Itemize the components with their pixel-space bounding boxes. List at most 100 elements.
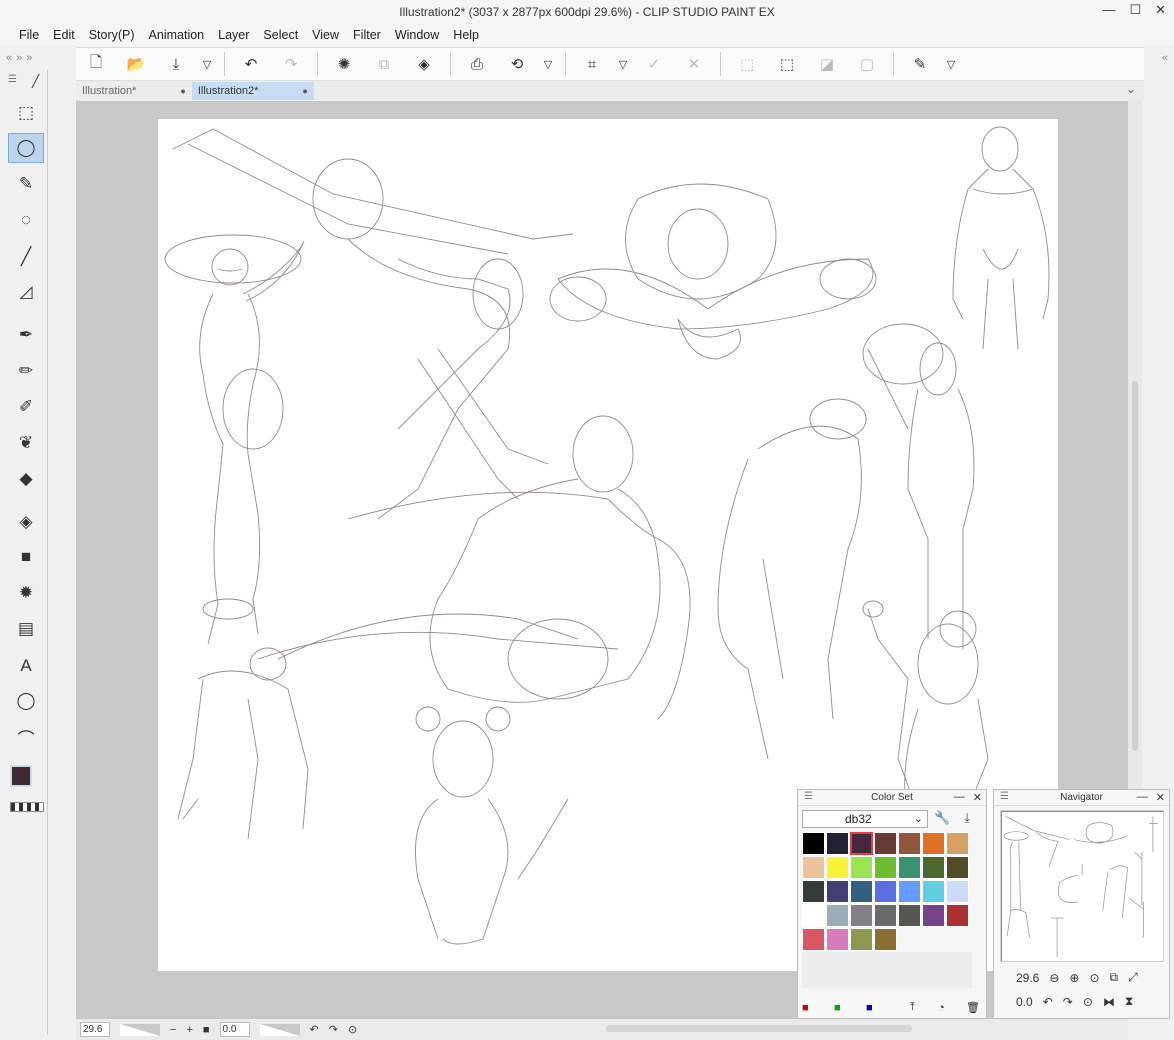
color-swatch[interactable] bbox=[946, 904, 969, 927]
new-file-button[interactable]: 🗋 bbox=[76, 49, 116, 79]
menu-layer[interactable]: Layer bbox=[211, 26, 256, 44]
menu-help[interactable]: Help bbox=[446, 26, 486, 44]
reset-rotation-icon[interactable]: ⊙ bbox=[348, 1023, 357, 1036]
vertical-scroll-thumb[interactable] bbox=[1132, 381, 1138, 751]
color-swatch[interactable] bbox=[922, 856, 945, 879]
color-swatch[interactable] bbox=[946, 880, 969, 903]
menu-animation[interactable]: Animation bbox=[142, 26, 212, 44]
rotate-left-icon[interactable]: ↶ bbox=[1043, 995, 1053, 1009]
expand-left-icon[interactable]: » bbox=[16, 52, 22, 64]
crop-dropdown[interactable]: ▽ bbox=[612, 49, 634, 79]
menu-story[interactable]: Story(P) bbox=[82, 26, 142, 44]
maximize-button[interactable]: ☐ bbox=[1129, 2, 1141, 18]
zoom-in-icon[interactable]: + bbox=[186, 1024, 192, 1036]
crop-button[interactable]: ⌗ bbox=[572, 49, 612, 79]
transform-dropdown[interactable]: ▽ bbox=[537, 49, 559, 79]
transform-button[interactable]: ⟲ bbox=[497, 49, 537, 79]
vertical-scrollbar[interactable] bbox=[1128, 101, 1142, 791]
close-panel-icon[interactable]: ✕ bbox=[973, 791, 982, 804]
menu-edit[interactable]: Edit bbox=[46, 26, 82, 44]
color-swatch[interactable] bbox=[898, 904, 921, 927]
ruler-icon[interactable]: ◿ bbox=[8, 277, 44, 307]
fit-icon[interactable]: ■ bbox=[203, 1024, 210, 1036]
right-dock-controls[interactable]: « bbox=[1162, 52, 1168, 64]
eyedropper-icon[interactable]: ✎ bbox=[8, 169, 44, 199]
line-icon[interactable]: ⌒ bbox=[8, 722, 44, 752]
tab-illustration2[interactable]: Illustration2* ● bbox=[191, 82, 314, 100]
actual-size-icon[interactable]: ⊙ bbox=[1089, 971, 1099, 985]
rotate-right-icon[interactable]: ↷ bbox=[1063, 995, 1073, 1009]
zoom-out-icon[interactable]: − bbox=[170, 1024, 176, 1036]
color-swatch[interactable] bbox=[826, 880, 849, 903]
copy-button[interactable]: ⧉ bbox=[364, 49, 404, 79]
viewport-frame[interactable] bbox=[1001, 811, 1163, 961]
fill-button[interactable]: ◈ bbox=[404, 49, 444, 79]
reset-rotation-icon[interactable]: ⊙ bbox=[1083, 995, 1093, 1009]
lasso-icon[interactable]: ◯ bbox=[8, 133, 44, 163]
figure-icon[interactable]: ✹ bbox=[8, 578, 44, 608]
deselect-button[interactable]: ⬚ bbox=[727, 49, 767, 79]
color-swatch[interactable] bbox=[826, 928, 849, 951]
color-swatch[interactable] bbox=[802, 832, 825, 855]
color-swatch[interactable] bbox=[922, 880, 945, 903]
selection-brush-icon[interactable]: ◌ bbox=[8, 205, 44, 235]
color-swatch[interactable] bbox=[826, 832, 849, 855]
save-button[interactable]: ⤓ bbox=[156, 49, 196, 79]
close-panel-icon[interactable]: ✕ bbox=[1156, 791, 1165, 804]
menu-file[interactable]: File bbox=[12, 26, 46, 44]
invert-selection-button[interactable]: ◪ bbox=[807, 49, 847, 79]
color-swatch[interactable] bbox=[826, 904, 849, 927]
collapse-left-icon[interactable]: « bbox=[6, 52, 12, 64]
color-swatch[interactable] bbox=[874, 832, 897, 855]
pen-settings-button[interactable]: ✎ bbox=[900, 49, 940, 79]
color-swatch[interactable] bbox=[850, 880, 873, 903]
color-swatch[interactable] bbox=[802, 856, 825, 879]
menu-filter[interactable]: Filter bbox=[346, 26, 388, 44]
rotation-field[interactable]: 0.0 bbox=[219, 1022, 250, 1037]
expand-dock-icon[interactable]: » bbox=[26, 52, 32, 64]
flip-vertical-icon[interactable]: ⧗ bbox=[1125, 994, 1133, 1009]
zoom-in-icon[interactable]: ⊕ bbox=[1069, 971, 1079, 985]
edit-set-icon[interactable]: 🔧 bbox=[934, 810, 950, 826]
color-swatch[interactable] bbox=[850, 832, 873, 855]
blend-icon[interactable]: ❦ bbox=[8, 428, 44, 458]
zoom-field[interactable]: 29.6 bbox=[80, 1022, 110, 1037]
color-swatch[interactable] bbox=[898, 856, 921, 879]
unsaved-dot-icon[interactable]: ● bbox=[302, 86, 307, 96]
pencil-icon[interactable]: ✏ bbox=[8, 356, 44, 386]
color-swatch[interactable] bbox=[946, 832, 969, 855]
navigator-preview[interactable] bbox=[1000, 810, 1164, 962]
zoom-slider[interactable] bbox=[120, 1023, 160, 1036]
rotation-slider[interactable] bbox=[259, 1023, 300, 1036]
color-swatch[interactable] bbox=[874, 904, 897, 927]
color-swatch[interactable] bbox=[874, 856, 897, 879]
fit-screen-icon[interactable]: ⧉ bbox=[1110, 970, 1119, 985]
transparent-color-swatch[interactable] bbox=[10, 802, 44, 812]
rotate-right-icon[interactable]: ↷ bbox=[329, 1023, 338, 1036]
color-swatch[interactable] bbox=[874, 880, 897, 903]
panel-menu-icon[interactable]: ☰ bbox=[804, 791, 813, 802]
add-color-icon[interactable]: ◔ bbox=[938, 1002, 966, 1014]
horizontal-scrollbar[interactable] bbox=[606, 1025, 912, 1032]
zoom-out-icon[interactable]: ⊖ bbox=[1049, 971, 1059, 985]
replace-color-icon[interactable]: ⤒ bbox=[910, 1001, 938, 1014]
delete-color-icon[interactable]: 🗑 bbox=[966, 1001, 980, 1014]
eraser-icon[interactable]: ◆ bbox=[8, 464, 44, 494]
brush-icon[interactable]: ✐ bbox=[8, 392, 44, 422]
main-color-swatch[interactable] bbox=[10, 765, 32, 787]
unsaved-dot-icon[interactable]: ● bbox=[180, 86, 185, 96]
redo-button[interactable]: ↷ bbox=[271, 49, 311, 79]
operation-icon[interactable]: ⬚ bbox=[8, 98, 44, 128]
open-file-button[interactable]: 📂 bbox=[116, 49, 156, 79]
red-square-icon[interactable]: ■ bbox=[802, 1002, 834, 1014]
color-swatch[interactable] bbox=[874, 928, 897, 951]
color-swatch[interactable] bbox=[802, 928, 825, 951]
minimize-panel-icon[interactable]: — bbox=[954, 791, 965, 804]
color-swatch[interactable] bbox=[850, 856, 873, 879]
gradient-icon[interactable]: ■ bbox=[8, 542, 44, 572]
close-button[interactable]: ✕ bbox=[1155, 2, 1166, 18]
cancel-button[interactable]: ✕ bbox=[674, 49, 714, 79]
show-selection-button[interactable]: ▢ bbox=[847, 49, 887, 79]
navigator-rotation-value[interactable]: 0.0 bbox=[1016, 995, 1033, 1009]
color-swatch[interactable] bbox=[850, 928, 873, 951]
